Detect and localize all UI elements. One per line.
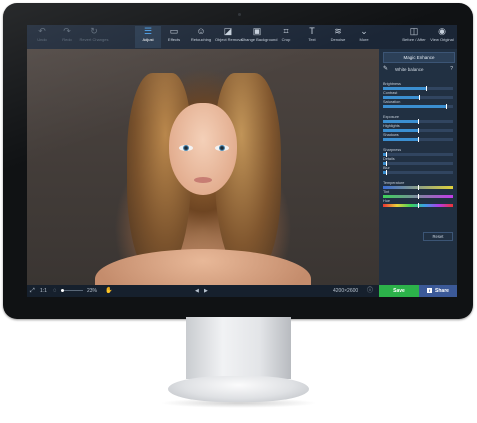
image-dimensions: 4200×2600 xyxy=(333,288,359,294)
slider-track[interactable] xyxy=(383,152,453,157)
reset-button[interactable]: Reset xyxy=(423,232,453,241)
portrait-eye-right xyxy=(215,145,229,151)
redo-icon: ↷ xyxy=(63,26,71,36)
zoom-level: 23% xyxy=(87,288,98,294)
previous-button[interactable]: ◀ xyxy=(195,285,199,297)
eyedropper-icon[interactable]: ✎ xyxy=(383,65,388,74)
slider-sharpness[interactable]: Sharpness xyxy=(383,148,453,157)
slider-fill xyxy=(383,96,420,99)
slider-handle[interactable] xyxy=(386,170,388,175)
before-after-icon: ◫ xyxy=(409,26,419,36)
chevron-down-icon: ⌄ xyxy=(360,26,368,36)
app-screen: ↶ Undo ↷ Redo ↻ Revert Changes ☰ Adjust … xyxy=(27,25,457,297)
zoom-slider-handle[interactable] xyxy=(61,289,64,292)
zoom-icon[interactable]: ◌ xyxy=(53,285,57,297)
effects-icon: ▭ xyxy=(169,26,179,36)
revert-icon: ↻ xyxy=(90,26,98,36)
info-icon[interactable]: ⓘ xyxy=(367,285,373,297)
slider-track[interactable] xyxy=(383,170,453,175)
slider-track[interactable] xyxy=(383,86,453,91)
next-button[interactable]: ▶ xyxy=(204,285,208,297)
denoise-icon: ≋ xyxy=(334,26,342,36)
view-original-button[interactable]: ◉ View Original xyxy=(429,26,455,48)
white-balance-label: White balance xyxy=(395,67,424,72)
crop-icon: ⌗ xyxy=(283,26,289,36)
tab-change-background[interactable]: ▣ Change Background xyxy=(241,26,277,48)
slider-fill xyxy=(383,120,418,123)
share-label: Share xyxy=(435,288,449,294)
tab-denoise[interactable]: ≋ Denoise xyxy=(325,26,351,48)
slider-track[interactable] xyxy=(383,203,453,208)
slider-fill xyxy=(383,105,448,108)
redo-button[interactable]: ↷ Redo xyxy=(54,26,80,48)
change-background-icon: ▣ xyxy=(252,26,262,36)
tab-text[interactable]: T Text xyxy=(299,26,325,48)
slider-tint[interactable]: Tint xyxy=(383,190,453,199)
undo-button[interactable]: ↶ Undo xyxy=(29,26,55,48)
help-icon[interactable]: ? xyxy=(450,65,453,74)
slider-handle[interactable] xyxy=(417,203,419,208)
white-balance-row[interactable]: ✎ White balance ? xyxy=(383,65,453,74)
bottom-bar: ⤢ 1:1 ◌ 23% ✋ ◀ ▶ 4200×2600 ⓘ xyxy=(27,285,379,297)
monitor: ↶ Undo ↷ Redo ↻ Revert Changes ☰ Adjust … xyxy=(3,3,473,319)
webcam xyxy=(238,13,241,16)
slider-saturation[interactable]: Saturation xyxy=(383,100,453,109)
text-icon: T xyxy=(309,26,315,36)
slider-blur[interactable]: Blur xyxy=(383,166,453,175)
share-button[interactable]: f Share xyxy=(419,285,457,297)
toolbar: ↶ Undo ↷ Redo ↻ Revert Changes ☰ Adjust … xyxy=(27,25,457,50)
object-removal-icon: ◪ xyxy=(223,26,233,36)
adjust-icon: ☰ xyxy=(143,26,153,36)
slider-details[interactable]: Details xyxy=(383,157,453,166)
magic-enhance-button[interactable]: Magic Enhance xyxy=(383,52,455,63)
slider-shadows[interactable]: Shadows xyxy=(383,133,453,142)
photo-canvas[interactable] xyxy=(27,49,379,297)
revert-button[interactable]: ↻ Revert Changes xyxy=(79,26,109,48)
slider-track[interactable] xyxy=(383,104,453,109)
adjust-panel: Magic Enhance ✎ White balance ? Brightne… xyxy=(379,49,457,285)
slider-highlights[interactable]: Highlights xyxy=(383,124,453,133)
slider-fill xyxy=(383,138,418,141)
tab-object-removal[interactable]: ◪ Object Removal xyxy=(215,26,243,48)
zoom-slider[interactable] xyxy=(61,290,83,291)
slider-track[interactable] xyxy=(383,137,453,142)
monitor-stand-base xyxy=(168,376,309,402)
slider-track[interactable] xyxy=(383,185,453,190)
slider-handle[interactable] xyxy=(446,104,448,109)
slider-track[interactable] xyxy=(383,161,453,166)
slider-contrast[interactable]: Contrast xyxy=(383,91,453,100)
retouching-icon: ☺ xyxy=(196,26,206,36)
before-after-button[interactable]: ◫ Before / After xyxy=(401,26,427,48)
save-button[interactable]: Save xyxy=(379,285,419,297)
slider-track[interactable] xyxy=(383,95,453,100)
slider-temperature[interactable]: Temperature xyxy=(383,181,453,190)
slider-exposure[interactable]: Exposure xyxy=(383,115,453,124)
more-button[interactable]: ⌄ More xyxy=(351,26,377,48)
tab-effects[interactable]: ▭ Effects xyxy=(161,26,187,48)
slider-hue[interactable]: Hue xyxy=(383,199,453,208)
hand-icon[interactable]: ✋ xyxy=(105,285,112,297)
portrait-lips xyxy=(194,177,212,183)
slider-handle[interactable] xyxy=(417,137,419,142)
slider-brightness[interactable]: Brightness xyxy=(383,82,453,91)
monitor-stand-neck xyxy=(186,317,291,379)
eye-icon: ◉ xyxy=(438,26,446,36)
tab-adjust[interactable]: ☰ Adjust xyxy=(135,26,161,48)
slider-fill xyxy=(383,129,418,132)
undo-icon: ↶ xyxy=(38,26,46,36)
tab-retouching[interactable]: ☺ Retouching xyxy=(187,26,215,48)
slider-track[interactable] xyxy=(383,119,453,124)
slider-fill xyxy=(383,87,427,90)
fullscreen-icon[interactable]: ⤢ xyxy=(30,285,35,297)
tab-crop[interactable]: ⌗ Crop xyxy=(273,26,299,48)
slider-track[interactable] xyxy=(383,194,453,199)
portrait-eye-left xyxy=(179,145,193,151)
slider-track[interactable] xyxy=(383,128,453,133)
fit-ratio[interactable]: 1:1 xyxy=(40,285,47,297)
facebook-icon: f xyxy=(427,288,433,293)
